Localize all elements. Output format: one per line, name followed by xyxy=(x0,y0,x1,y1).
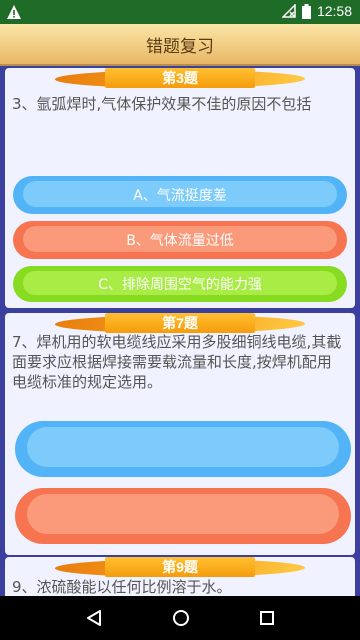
status-time: 12:58 xyxy=(316,3,352,19)
battery-icon xyxy=(301,3,311,19)
option-label: C、排除周围空气的能力强 xyxy=(98,277,262,293)
question-number-badge: 第9题 xyxy=(50,557,310,579)
warning-icon xyxy=(7,5,21,19)
question-text: 7、焊机用的软电缆线应采用多股细铜线电缆,其截面要求应根据焊接需要载流量和长度,… xyxy=(12,333,342,391)
page-title: 错题复习 xyxy=(0,24,360,66)
false-button[interactable]: ✘ xyxy=(15,488,351,544)
question-card: 第9题 9、浓硫酸能以任何比例溶于水。 xyxy=(5,557,355,596)
question-text: 3、氩弧焊时,气体保护效果不佳的原因不包括 xyxy=(12,95,312,113)
home-icon[interactable] xyxy=(172,609,190,627)
option-label: B、气体流量过低 xyxy=(126,233,234,249)
status-bar: 12:58 xyxy=(0,0,360,24)
option-a-button[interactable]: A、气流挺度差 xyxy=(13,176,347,214)
question-card: 第3题 3、氩弧焊时,气体保护效果不佳的原因不包括 A、气流挺度差 B、气体流量… xyxy=(5,68,355,308)
navigation-bar xyxy=(0,596,360,640)
question-number-badge: 第3题 xyxy=(50,68,310,90)
question-text: 9、浓硫酸能以任何比例溶于水。 xyxy=(12,578,232,596)
recents-icon[interactable] xyxy=(259,610,275,626)
option-c-button[interactable]: C、排除周围空气的能力强 xyxy=(13,266,347,302)
signal-off-icon xyxy=(281,4,296,18)
option-label: A、气流挺度差 xyxy=(133,188,227,204)
true-button[interactable]: ✔ xyxy=(15,421,351,477)
question-card: 第7题 7、焊机用的软电缆线应采用多股细铜线电缆,其截面要求应根据焊接需要载流量… xyxy=(5,313,355,555)
back-icon[interactable] xyxy=(85,609,103,627)
option-b-button[interactable]: B、气体流量过低 xyxy=(13,221,347,259)
